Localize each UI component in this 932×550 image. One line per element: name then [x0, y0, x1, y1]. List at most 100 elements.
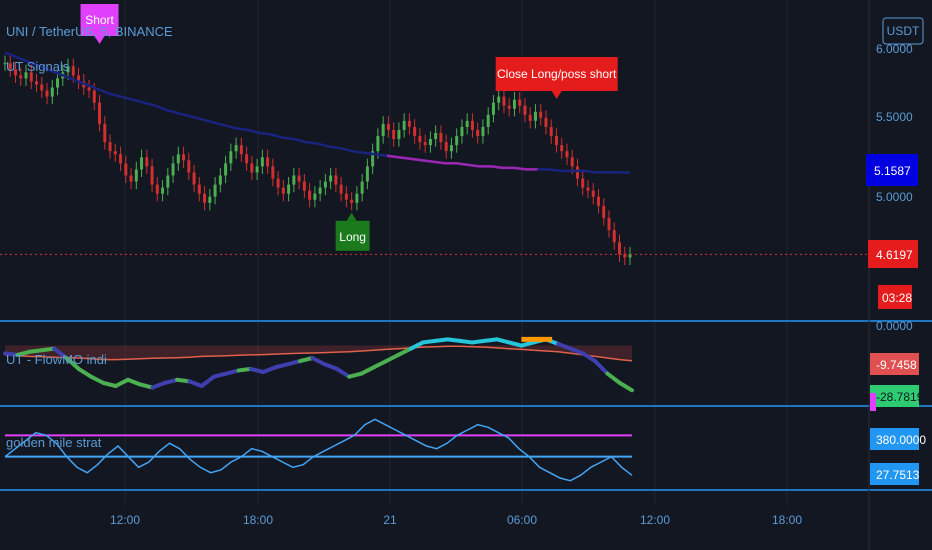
- candle-body: [339, 184, 343, 194]
- candle-body: [465, 120, 469, 127]
- candle-body: [413, 126, 417, 137]
- candle-body: [565, 151, 569, 158]
- candle-body: [507, 105, 511, 109]
- candle-body: [486, 114, 490, 127]
- candle-body: [224, 163, 228, 176]
- candle-body: [365, 166, 369, 182]
- candle-body: [528, 114, 532, 121]
- long-label-text: Long: [339, 230, 366, 244]
- candle-body: [208, 196, 212, 203]
- candle-body: [255, 166, 259, 173]
- candle-body: [87, 87, 91, 91]
- candle-body: [213, 184, 217, 197]
- golden-last-badge: 27.7513: [876, 468, 920, 482]
- candle-body: [360, 181, 364, 194]
- candle-body: [523, 105, 527, 115]
- candle-body: [407, 120, 411, 127]
- candle-body: [287, 184, 291, 194]
- candle-body: [108, 142, 112, 152]
- candle-body: [245, 154, 249, 164]
- candle-body: [596, 196, 600, 206]
- candle-body: [344, 193, 348, 200]
- candle-body: [234, 145, 238, 152]
- time-tick-1: 18:00: [243, 513, 273, 527]
- candle-body: [171, 163, 175, 176]
- candle-body: [192, 172, 196, 185]
- price-tick-5: 5.0000: [876, 190, 913, 204]
- candle-body: [140, 157, 144, 170]
- candle-body: [575, 166, 579, 179]
- candle-body: [518, 99, 522, 106]
- candle-body: [166, 175, 170, 188]
- candle-body: [570, 157, 574, 167]
- candle-body: [197, 184, 201, 194]
- flow-tick-0: 0.0000: [876, 319, 913, 333]
- candle-body: [318, 187, 322, 194]
- candle-body: [119, 154, 123, 164]
- candle-body: [329, 175, 333, 182]
- candle-body: [428, 139, 432, 146]
- candle-body: [439, 133, 443, 143]
- close-label-text: Close Long/poss short: [497, 67, 617, 81]
- candle-body: [45, 90, 49, 97]
- candle-body: [124, 163, 128, 176]
- chart-canvas[interactable]: ShortLongClose Long/poss short 6.00005.5…: [0, 0, 932, 550]
- candle-body: [455, 136, 459, 146]
- candle-body: [617, 242, 621, 255]
- candle-body: [145, 157, 149, 167]
- candle-body: [460, 126, 464, 137]
- candle-body: [308, 190, 312, 200]
- candle-body: [444, 142, 448, 152]
- candle-body: [549, 126, 553, 137]
- candle-body: [187, 160, 191, 173]
- candle-body: [497, 96, 501, 103]
- candle-body: [381, 123, 385, 137]
- candle-body: [434, 133, 438, 140]
- candle-body: [313, 193, 317, 200]
- candle-body: [161, 187, 165, 194]
- candle-body: [71, 66, 75, 76]
- time-tick-2: 21: [383, 513, 397, 527]
- candle-body: [103, 123, 107, 143]
- candle-body: [113, 151, 117, 155]
- ema-badge: 5.1587: [874, 164, 911, 178]
- candle-body: [376, 136, 380, 152]
- candle-body: [150, 166, 154, 185]
- candle-body: [56, 78, 60, 88]
- golden-mile-legend[interactable]: golden mile strat: [6, 435, 102, 450]
- candle-body: [266, 157, 270, 167]
- ut-signals-legend[interactable]: UT Signals: [6, 59, 70, 74]
- candle-body: [476, 129, 480, 137]
- candle-body: [218, 175, 222, 185]
- flow-mo-badge: -9.7458: [876, 358, 917, 372]
- currency-button[interactable]: USDT: [882, 17, 924, 45]
- time-tick-4: 12:00: [640, 513, 670, 527]
- candle-body: [554, 136, 558, 146]
- candle-body: [539, 111, 543, 118]
- candle-body: [92, 90, 96, 103]
- flow-badge: -28.7819: [876, 390, 924, 404]
- candle-body: [544, 117, 548, 127]
- time-tick-5: 18:00: [772, 513, 802, 527]
- candle-body: [323, 181, 327, 188]
- candle-body: [449, 145, 453, 152]
- candle-body: [602, 205, 606, 218]
- candle-body: [176, 154, 180, 164]
- candle-body: [607, 217, 611, 231]
- candle-body: [302, 181, 306, 191]
- candle-body: [134, 169, 138, 182]
- candle-body: [402, 120, 406, 130]
- symbol-title[interactable]: UNI / TetherUS, 5, BINANCE: [6, 24, 173, 39]
- flowmo-legend[interactable]: UT - FlowMO indi: [6, 352, 107, 367]
- time-tick-0: 12:00: [110, 513, 140, 527]
- candle-body: [250, 163, 254, 173]
- candle-body: [281, 187, 285, 194]
- candle-body: [586, 187, 590, 191]
- flow-badge-marker: [870, 393, 876, 411]
- candle-body: [297, 175, 301, 182]
- candle-body: [502, 96, 506, 106]
- countdown-badge: 03:28: [882, 291, 912, 305]
- candle-body: [581, 178, 585, 188]
- last-price-badge: 4.6197: [876, 248, 913, 262]
- candle-body: [229, 151, 233, 164]
